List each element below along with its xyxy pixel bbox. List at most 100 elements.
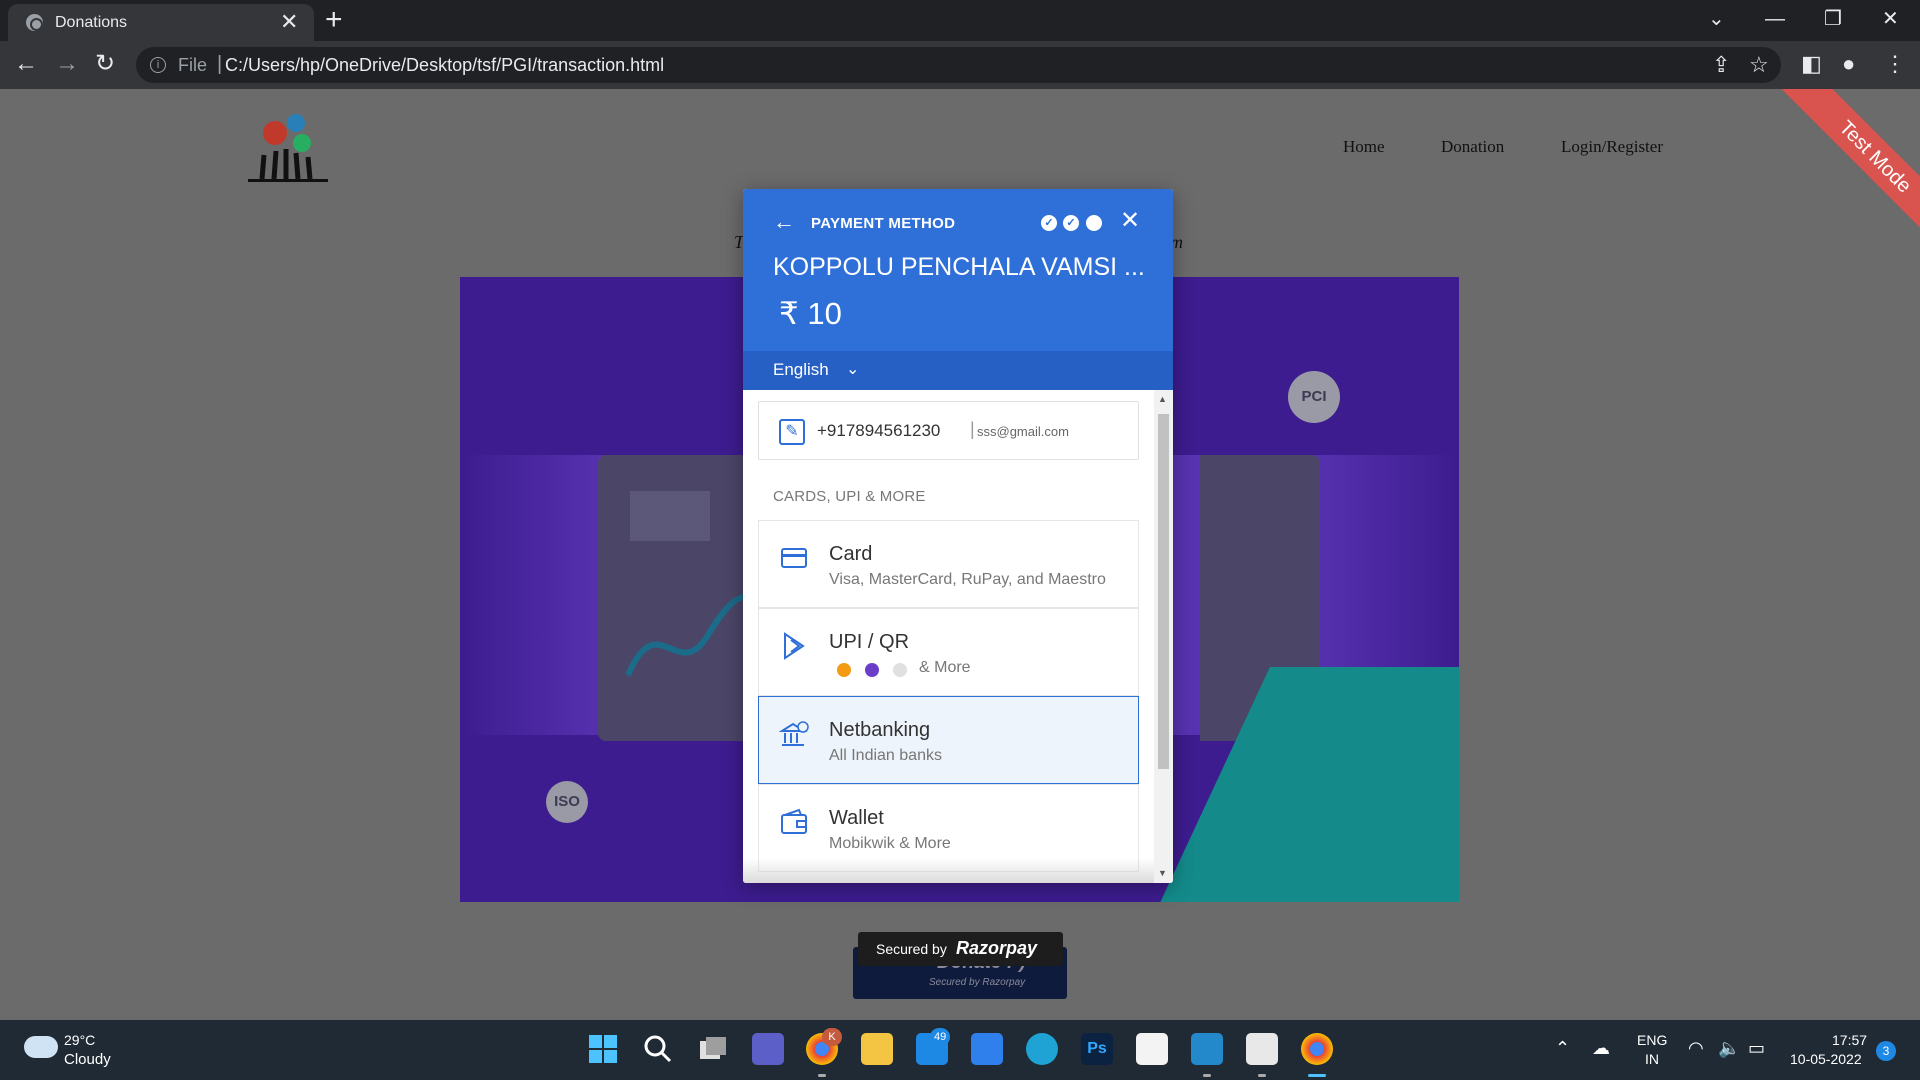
vscode-icon[interactable] — [1191, 1033, 1223, 1065]
browser-tab[interactable]: Donations ✕ — [8, 4, 314, 41]
method-card[interactable]: Card Visa, MasterCard, RuPay, and Maestr… — [758, 520, 1139, 608]
volume-icon[interactable]: 🔈 — [1718, 1038, 1740, 1059]
restore-button[interactable]: ❐ — [1824, 6, 1842, 32]
method-upi[interactable]: UPI / QR & More — [758, 608, 1139, 696]
clock-date[interactable]: 10-05-2022 — [1790, 1051, 1862, 1067]
search-icon[interactable] — [642, 1033, 674, 1065]
checkout-header: ← PAYMENT METHOD ✓ ✓ ✕ KOPPOLU PENCHALA … — [743, 189, 1173, 351]
scrollbar-thumb[interactable] — [1158, 414, 1169, 769]
scroll-down-icon[interactable]: ▼ — [1158, 868, 1167, 878]
photoshop-icon[interactable]: Ps — [1081, 1033, 1113, 1065]
scroll-up-icon[interactable]: ▲ — [1158, 394, 1167, 404]
contact-separator: | — [970, 419, 975, 439]
section-label: CARDS, UPI & MORE — [773, 488, 926, 505]
task-view-icon[interactable] — [697, 1033, 729, 1065]
sidepanel-icon[interactable]: ◧ — [1801, 50, 1822, 78]
secured-by-label: Secured by — [876, 941, 947, 957]
tab-strip: Donations ✕ + ⌄ — ❐ ✕ — [0, 0, 1920, 41]
close-window-button[interactable]: ✕ — [1882, 6, 1899, 32]
razorpay-checkout-modal: ← PAYMENT METHOD ✓ ✓ ✕ KOPPOLU PENCHALA … — [743, 189, 1173, 883]
input-region[interactable]: IN — [1645, 1051, 1659, 1067]
new-tab-button[interactable]: + — [325, 4, 343, 36]
weather-description[interactable]: Cloudy — [64, 1051, 111, 1068]
tab-title: Donations — [55, 14, 128, 31]
modal-scrollbar[interactable]: ▲ ▼ — [1154, 390, 1173, 883]
method-title: Netbanking — [829, 719, 931, 741]
checkout-title: PAYMENT METHOD — [811, 215, 956, 232]
back-icon[interactable]: ← — [14, 50, 38, 78]
method-netbanking[interactable]: Netbanking All Indian banks — [758, 696, 1139, 784]
contact-phone: +917894561230 — [817, 421, 941, 440]
globe-icon — [26, 14, 43, 31]
pci-badge: PCI — [1288, 371, 1340, 423]
minimize-button[interactable]: — — [1765, 6, 1785, 32]
url-text[interactable]: C:/Users/hp/OneDrive/Desktop/tsf/PGI/tra… — [225, 55, 664, 76]
method-subtitle: Visa, MasterCard, RuPay, and Maestro — [829, 571, 1106, 588]
tab-search-icon[interactable]: ⌄ — [1708, 6, 1725, 32]
method-subtitle: Mobikwik & More — [829, 835, 951, 852]
forward-icon[interactable]: → — [55, 50, 79, 78]
back-arrow-icon[interactable]: ← — [773, 211, 795, 233]
snipping-tool-icon[interactable] — [1246, 1033, 1278, 1065]
file-label: File — [178, 55, 208, 75]
cloud-icon[interactable] — [24, 1036, 58, 1058]
contact-email: sss@gmail.com — [977, 424, 1069, 439]
profile-icon[interactable]: ● — [1842, 50, 1855, 78]
step-done-icon: ✓ — [1063, 215, 1079, 231]
mail-badge: 49 — [930, 1028, 951, 1046]
close-icon[interactable]: ✕ — [1120, 209, 1140, 233]
notification-badge[interactable]: 3 — [1876, 1041, 1896, 1061]
reload-icon[interactable]: ↻ — [95, 50, 115, 78]
running-indicator — [818, 1074, 826, 1077]
method-subtitle: & More — [919, 659, 971, 676]
gpay-icon — [837, 663, 851, 677]
chevron-up-icon[interactable]: ⌃ — [1555, 1038, 1570, 1059]
paytm-icon — [893, 663, 907, 677]
input-language[interactable]: ENG — [1637, 1032, 1667, 1048]
browser-toolbar: ← → ↻ i File | C:/Users/hp/OneDrive/Desk… — [0, 41, 1920, 89]
battery-icon[interactable]: ▭ — [1748, 1038, 1765, 1059]
edge-icon[interactable] — [1026, 1033, 1058, 1065]
menu-icon[interactable]: ⋮ — [1884, 50, 1906, 78]
edit-icon[interactable]: ✎ — [779, 419, 805, 445]
nav-donation[interactable]: Donation — [1441, 137, 1504, 157]
chrome-profile-badge: K — [822, 1028, 842, 1046]
chevron-down-icon: ⌄ — [846, 361, 860, 378]
method-title: Wallet — [829, 807, 884, 829]
nav-home[interactable]: Home — [1343, 137, 1385, 157]
info-icon[interactable]: i — [150, 57, 166, 73]
language-selector[interactable]: English ⌄ — [743, 351, 1173, 390]
card-icon — [781, 548, 807, 568]
chrome-icon[interactable] — [1301, 1033, 1333, 1065]
weather-temperature[interactable]: 29°C — [64, 1032, 95, 1048]
checkout-body: ✎ +917894561230 | sss@gmail.com CARDS, U… — [743, 390, 1173, 883]
running-indicator — [1258, 1074, 1266, 1077]
email-icon[interactable] — [971, 1033, 1003, 1065]
share-icon[interactable]: ⇪ — [1712, 53, 1730, 77]
method-title: UPI / QR — [829, 631, 910, 653]
site-logo[interactable] — [240, 111, 336, 203]
file-explorer-icon[interactable] — [861, 1033, 893, 1065]
store-icon[interactable] — [1136, 1033, 1168, 1065]
contact-details[interactable]: ✎ +917894561230 | sss@gmail.com — [758, 401, 1139, 460]
star-icon[interactable]: ☆ — [1749, 53, 1769, 77]
secured-by-badge: Secured by Razorpay — [858, 932, 1063, 966]
wifi-icon[interactable]: ◠ — [1688, 1038, 1704, 1059]
clock-time[interactable]: 17:57 — [1832, 1032, 1867, 1048]
teams-chat-icon[interactable] — [752, 1033, 784, 1065]
address-bar[interactable]: i File | C:/Users/hp/OneDrive/Desktop/ts… — [136, 47, 1781, 83]
step-done-icon: ✓ — [1041, 215, 1057, 231]
donate-sub-label: Secured by Razorpay — [929, 977, 1026, 988]
step-current-icon — [1086, 215, 1102, 231]
tab-close-icon[interactable]: ✕ — [280, 10, 298, 34]
iso-badge: ISO — [546, 781, 588, 823]
taskbar: 29°C Cloudy K 49 Ps ⌃ ☁ ENG IN ◠ 🔈 ▭ 17:… — [0, 1020, 1920, 1080]
nav-login-register[interactable]: Login/Register — [1561, 137, 1663, 157]
onedrive-icon[interactable]: ☁ — [1592, 1038, 1610, 1059]
windows-start-icon[interactable] — [587, 1033, 619, 1065]
upi-icon — [784, 632, 805, 660]
razorpay-logo: Razorpay — [956, 938, 1038, 958]
language-label: English — [773, 360, 829, 379]
bank-icon — [779, 721, 809, 746]
test-mode-ribbon: Test Mode — [1770, 89, 1920, 262]
